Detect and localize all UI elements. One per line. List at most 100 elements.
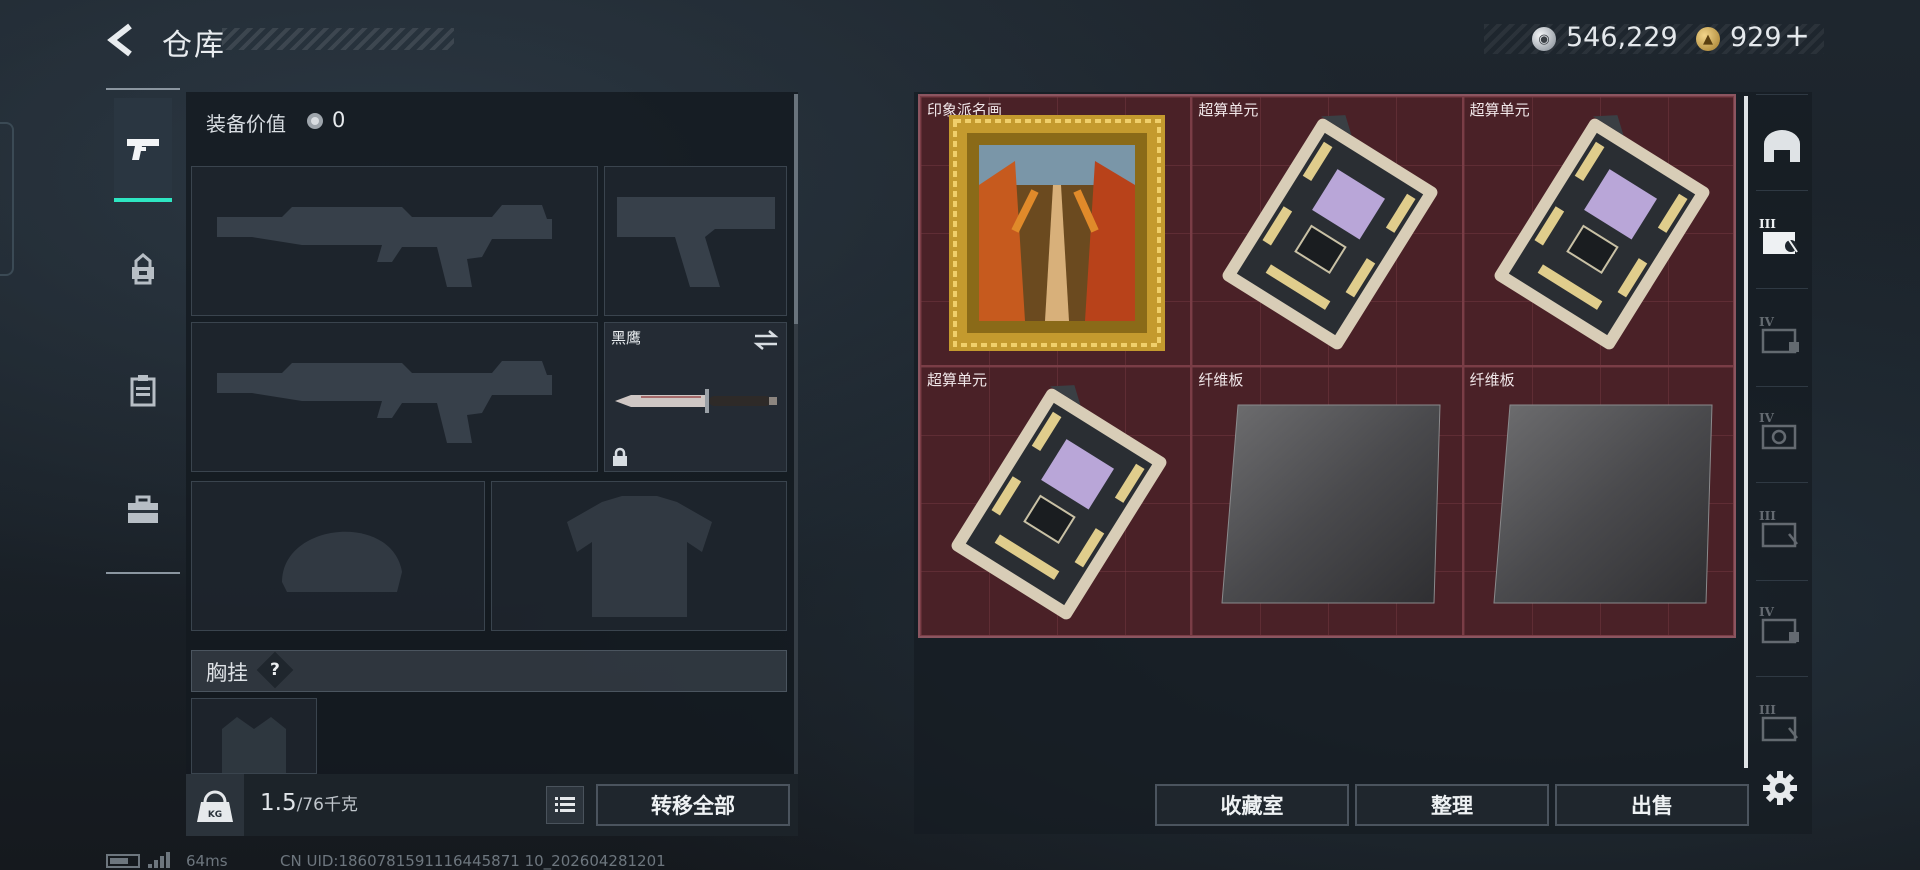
svg-text:KG: KG bbox=[208, 810, 222, 820]
storage-item[interactable]: 纤维板 bbox=[1462, 366, 1734, 636]
tab-backpack[interactable] bbox=[114, 218, 172, 322]
container-iii-icon: III bbox=[1759, 703, 1798, 742]
container-iv-icon: IV bbox=[1759, 315, 1799, 354]
rifle-silhouette-icon bbox=[217, 361, 552, 443]
side-separator bbox=[1756, 190, 1808, 191]
settings-gear-icon[interactable] bbox=[1762, 770, 1798, 806]
chest-rig-label: 胸挂 bbox=[206, 661, 248, 685]
container-iv-icon: IV bbox=[1759, 411, 1797, 450]
side-separator bbox=[1756, 482, 1808, 483]
signal-icon bbox=[148, 852, 170, 868]
storage-item[interactable]: 印象派名画 bbox=[920, 96, 1192, 366]
side-separator bbox=[1756, 580, 1808, 581]
collection-room-button[interactable]: 收藏室 bbox=[1155, 784, 1349, 826]
side-tab-container[interactable]: IV bbox=[1756, 404, 1808, 456]
weight-current: 1.5 bbox=[260, 790, 297, 816]
side-separator bbox=[1756, 94, 1808, 95]
armor-slot[interactable] bbox=[491, 481, 787, 631]
chest-rig-silhouette-icon bbox=[222, 717, 286, 773]
battery-level bbox=[110, 858, 128, 864]
tab-weapon[interactable] bbox=[114, 98, 172, 202]
pistol-slot[interactable] bbox=[604, 166, 787, 316]
help-mark: ? bbox=[270, 660, 280, 680]
side-tab-storage[interactable] bbox=[1756, 120, 1808, 172]
weight-readout: 1.5/76千克 bbox=[260, 790, 358, 816]
primary-weapon-slot[interactable] bbox=[191, 166, 598, 316]
svg-text:IV: IV bbox=[1759, 315, 1775, 329]
equipment-value: 0 bbox=[332, 108, 346, 132]
armor-silhouette-icon bbox=[567, 496, 712, 617]
tabs-bottom-line bbox=[106, 572, 180, 574]
silver-amount: 546,229 bbox=[1566, 22, 1678, 53]
list-icon bbox=[555, 797, 575, 812]
compute-unit-icon bbox=[1494, 115, 1710, 350]
container-iii-icon: III bbox=[1759, 217, 1798, 254]
equipment-value-label: 装备价值 bbox=[206, 112, 286, 136]
compute-unit-icon bbox=[1222, 115, 1438, 350]
svg-text:III: III bbox=[1759, 217, 1776, 231]
page-title: 仓库 bbox=[162, 28, 226, 63]
svg-text:IV: IV bbox=[1759, 411, 1775, 425]
side-tab-container[interactable]: IV bbox=[1756, 598, 1808, 650]
weight-max: /76千克 bbox=[296, 795, 358, 815]
tab-kit[interactable] bbox=[114, 458, 172, 562]
ping-readout: 64ms bbox=[186, 852, 228, 870]
side-tab-container[interactable]: IV bbox=[1756, 308, 1808, 360]
title-stripe bbox=[222, 28, 454, 50]
storage-item[interactable]: 超算单元 bbox=[1191, 96, 1463, 366]
kg-weight-icon: KG bbox=[197, 790, 233, 822]
rifle-silhouette-icon bbox=[217, 205, 552, 287]
pistol-icon bbox=[127, 139, 159, 160]
list-view-button[interactable] bbox=[546, 786, 584, 824]
pistol-silhouette-icon bbox=[617, 197, 775, 287]
storage-scrollbar[interactable] bbox=[1744, 96, 1748, 768]
swap-icon[interactable] bbox=[753, 329, 779, 351]
toolbox-icon bbox=[128, 495, 158, 523]
svg-text:III: III bbox=[1759, 509, 1776, 523]
fiberboard-icon bbox=[1221, 404, 1441, 604]
knife-slot[interactable]: 黑鹰 bbox=[604, 322, 787, 472]
storage-item[interactable]: 超算单元 bbox=[1462, 96, 1734, 366]
side-tab-container[interactable]: III bbox=[1756, 696, 1808, 748]
painting-icon bbox=[949, 115, 1165, 351]
side-tab-container[interactable]: III bbox=[1756, 210, 1808, 262]
loadout-scrollbar-track[interactable] bbox=[794, 324, 798, 776]
fiberboard-icon bbox=[1493, 404, 1713, 604]
side-separator bbox=[1756, 386, 1808, 387]
storage-item[interactable]: 纤维板 bbox=[1191, 366, 1463, 636]
organize-button[interactable]: 整理 bbox=[1355, 784, 1549, 826]
storage-item[interactable]: 超算单元 bbox=[920, 366, 1192, 636]
chest-rig-slot[interactable] bbox=[191, 698, 317, 774]
item-name: 纤维板 bbox=[1469, 371, 1515, 389]
side-tab-container[interactable]: III bbox=[1756, 502, 1808, 554]
edge-decoration bbox=[0, 122, 14, 276]
gold-coin-icon: ▲ bbox=[1696, 27, 1720, 51]
container-iii-icon: III bbox=[1759, 509, 1798, 548]
helmet-slot[interactable] bbox=[191, 481, 485, 631]
tabs-top-line bbox=[106, 88, 180, 90]
transfer-all-button[interactable]: 转移全部 bbox=[596, 784, 790, 826]
silver-coin-icon: ◉ bbox=[1532, 27, 1556, 51]
side-separator bbox=[1756, 288, 1808, 289]
back-arrow-icon[interactable] bbox=[104, 22, 140, 58]
backpack-icon bbox=[132, 253, 154, 285]
lock-icon bbox=[613, 447, 627, 466]
storage-grid: 印象派名画 超算单元 超算单元 超算单元 纤维板 纤维板 bbox=[918, 94, 1736, 638]
loadout-scrollbar-thumb[interactable] bbox=[794, 94, 798, 324]
tab-vest[interactable] bbox=[114, 338, 172, 442]
side-separator bbox=[1756, 676, 1808, 677]
knife-name: 黑鹰 bbox=[611, 329, 642, 347]
storage-home-icon bbox=[1764, 130, 1800, 162]
compute-unit-icon bbox=[951, 385, 1167, 620]
svg-text:III: III bbox=[1759, 703, 1776, 717]
helmet-silhouette-icon bbox=[282, 531, 402, 592]
container-iv-icon: IV bbox=[1759, 605, 1799, 644]
weight-box: KG bbox=[186, 774, 244, 836]
add-gold-button[interactable]: + bbox=[1784, 18, 1810, 54]
secondary-weapon-slot[interactable] bbox=[191, 322, 598, 472]
silver-coin-icon bbox=[307, 113, 323, 129]
gold-amount: 929 bbox=[1730, 22, 1782, 53]
sell-button[interactable]: 出售 bbox=[1555, 784, 1749, 826]
svg-text:IV: IV bbox=[1759, 605, 1775, 619]
knife-icon bbox=[615, 389, 777, 413]
